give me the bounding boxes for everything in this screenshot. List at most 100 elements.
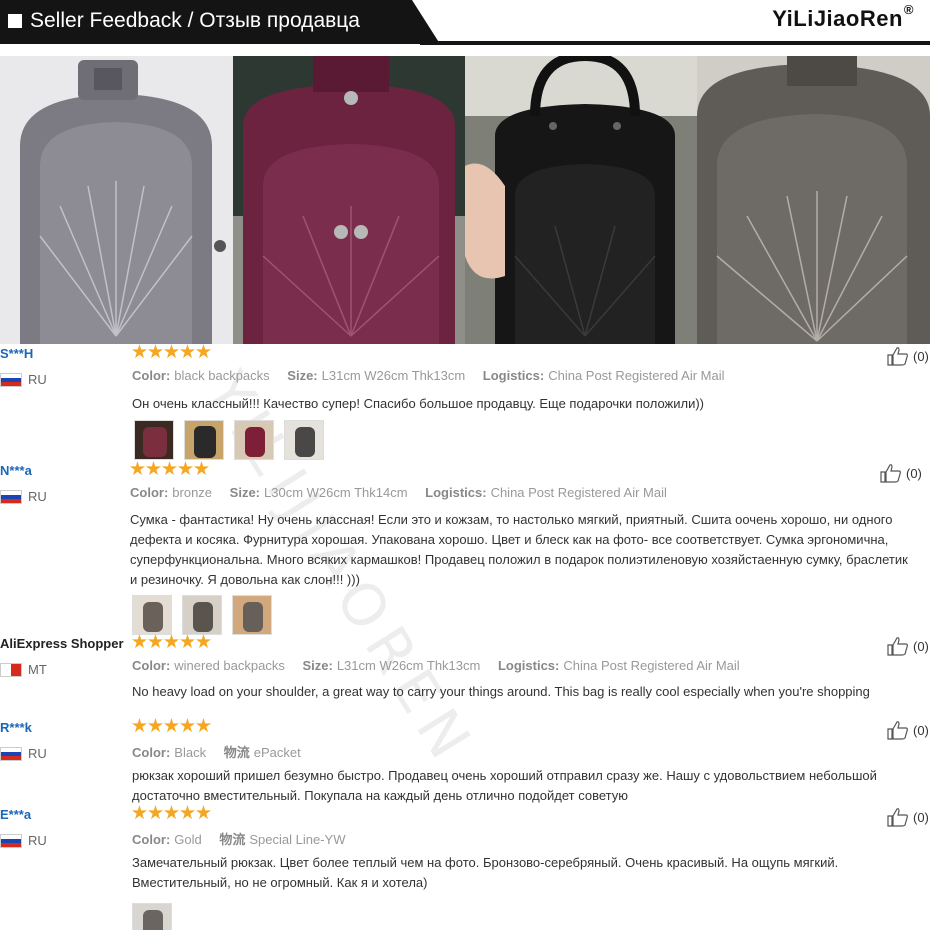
star-icon: [132, 344, 147, 359]
square-bullet-icon: [8, 14, 22, 28]
star-icon: [196, 805, 211, 820]
thumbs-up-icon: [887, 637, 908, 656]
brand-logo: YiLiJiaoRen®: [772, 2, 914, 32]
header-title: Seller Feedback / Отзыв продавца: [8, 9, 360, 33]
size-value: L31cm W26cm Thk13cm: [321, 368, 466, 383]
review-photos: [132, 595, 272, 635]
thumbs-up-icon: [887, 721, 908, 740]
helpful-count: (0): [913, 348, 929, 364]
review-text: рюкзак хороший пришел безумно быстро. Пр…: [132, 768, 877, 803]
review-photo-thumbnail[interactable]: [132, 595, 172, 635]
order-details: Color: black backpacks Size: L31cm W26cm T…: [132, 368, 725, 383]
product-photo-wine: [233, 56, 465, 344]
logistics-label: Logistics:: [482, 368, 545, 383]
color-value: black backpacks: [174, 368, 270, 383]
reviewer-name[interactable]: R***k: [0, 720, 32, 735]
product-photo-strip: [0, 56, 930, 344]
logistics-value: China Post Registered Air Mail: [563, 658, 740, 673]
logistics-label: 物流: [223, 745, 250, 760]
review-text: No heavy load on your shoulder, a great …: [132, 684, 870, 699]
star-icon: [148, 344, 163, 359]
star-icon: [132, 634, 147, 649]
header-bar: Seller Feedback / Отзыв продавца YiLiJia…: [0, 0, 930, 48]
country-code: RU: [28, 746, 47, 761]
color-label: Color:: [132, 368, 171, 383]
star-icon: [178, 461, 193, 476]
review-photo-thumbnail[interactable]: [182, 595, 222, 635]
star-icon: [130, 461, 145, 476]
size-value: L31cm W26cm Thk13cm: [336, 658, 481, 673]
helpful-button[interactable]: (0): [886, 720, 929, 740]
review-photo-thumbnail[interactable]: [234, 420, 274, 460]
reviewer-name[interactable]: E***a: [0, 807, 31, 822]
logistics-value: Special Line-YW: [249, 832, 346, 847]
helpful-count: (0): [913, 722, 929, 738]
order-details: Color: bronze Size: L30cm W26cm Thk14cm Lo…: [130, 485, 667, 500]
logistics-label: Logistics:: [425, 485, 487, 500]
reviewer-country: MT: [0, 662, 47, 677]
malta-flag-icon: [0, 662, 22, 677]
size-label: Size:: [229, 485, 260, 500]
registered-mark: ®: [903, 2, 914, 17]
color-label: Color:: [130, 485, 169, 500]
brand-name: YiLiJiaoRen: [772, 6, 903, 31]
russia-flag-icon: [0, 489, 22, 504]
country-code: MT: [28, 662, 47, 677]
thumbs-up-icon: [887, 808, 908, 827]
review-photo-thumbnail[interactable]: [134, 420, 174, 460]
helpful-count: (0): [906, 465, 922, 481]
color-value: winered backpacks: [174, 658, 285, 673]
star-icon: [146, 461, 161, 476]
product-photo-black: [465, 56, 697, 344]
size-value: L30cm W26cm Thk14cm: [264, 485, 408, 500]
review-text: Сумка - фантастика! Ну очень классная! Е…: [130, 512, 908, 587]
order-details: Color: Gold 物流 Special Line-YW: [132, 829, 346, 848]
logistics-label: 物流: [219, 832, 246, 847]
logistics-label: Logistics:: [497, 658, 560, 673]
star-icon: [180, 718, 195, 733]
color-label: Color:: [132, 745, 171, 760]
review-photo-thumbnail[interactable]: [232, 595, 272, 635]
star-icon: [164, 634, 179, 649]
helpful-button[interactable]: (0): [886, 636, 929, 656]
header-title-text: Seller Feedback / Отзыв продавца: [30, 9, 360, 32]
star-rating: [130, 461, 209, 476]
review-photo-thumbnail[interactable]: [284, 420, 324, 460]
star-rating: [132, 718, 211, 733]
review-photo-thumbnail[interactable]: [184, 420, 224, 460]
size-label: Size:: [302, 658, 333, 673]
star-icon: [132, 718, 147, 733]
russia-flag-icon: [0, 746, 22, 761]
reviewer-name: AliExpress Shopper: [0, 636, 124, 651]
russia-flag-icon: [0, 833, 22, 848]
review-photo-thumbnail[interactable]: [132, 903, 172, 930]
star-icon: [132, 805, 147, 820]
country-code: RU: [28, 489, 47, 504]
russia-flag-icon: [0, 372, 22, 387]
review-text: Он очень классный!!! Качество супер! Спа…: [132, 396, 704, 411]
star-icon: [148, 634, 163, 649]
helpful-button[interactable]: (0): [879, 463, 922, 483]
size-label: Size:: [287, 368, 318, 383]
review-photos: [132, 903, 172, 930]
helpful-button[interactable]: (0): [886, 807, 929, 827]
helpful-count: (0): [913, 638, 929, 654]
product-photo-silver: [0, 56, 233, 344]
color-value: bronze: [172, 485, 213, 500]
helpful-button[interactable]: (0): [886, 346, 929, 366]
star-icon: [196, 718, 211, 733]
reviewer-name[interactable]: N***a: [0, 463, 32, 478]
star-icon: [180, 344, 195, 359]
star-icon: [164, 805, 179, 820]
reviewer-name[interactable]: S***H: [0, 346, 33, 361]
star-icon: [148, 805, 163, 820]
star-icon: [194, 461, 209, 476]
country-code: RU: [28, 833, 47, 848]
review-photos: [134, 420, 324, 460]
reviewer-country: RU: [0, 489, 47, 504]
logistics-value: ePacket: [253, 745, 301, 760]
star-rating: [132, 344, 211, 359]
star-icon: [148, 718, 163, 733]
order-details: Color: Black 物流 ePacket: [132, 742, 301, 761]
logistics-value: China Post Registered Air Mail: [548, 368, 725, 383]
